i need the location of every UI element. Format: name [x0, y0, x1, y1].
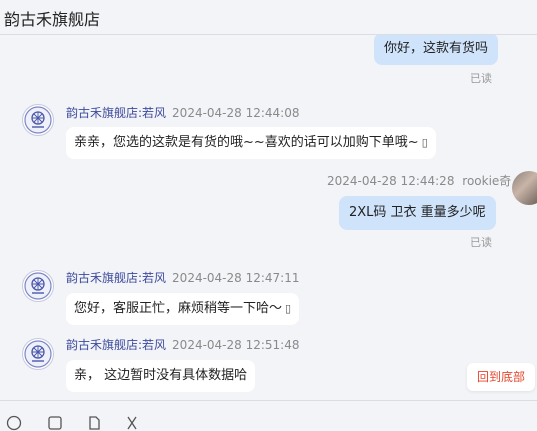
image-icon[interactable]	[47, 415, 63, 431]
emoji-icon[interactable]	[6, 415, 22, 431]
message-text: 你好，这款有货吗	[384, 41, 489, 56]
read-status: 已读	[470, 236, 492, 249]
message-time: 2024-04-28 12:44:28	[327, 174, 455, 188]
sender-name: rookie奇	[462, 174, 512, 188]
sender-name: 韵古禾旗舰店:若风	[66, 106, 167, 120]
message-bubble-outgoing[interactable]: 你好，这款有货吗	[374, 35, 499, 65]
message-meta: 韵古禾旗舰店:若风 2024-04-28 12:44:08	[66, 104, 300, 121]
input-toolbar	[0, 400, 537, 431]
scissors-icon[interactable]	[124, 415, 140, 431]
message-bubble-outgoing[interactable]: 2XL码 卫衣 重量多少呢	[339, 196, 496, 230]
shop-avatar[interactable]	[22, 270, 54, 302]
message-time: 2024-04-28 12:51:48	[172, 338, 300, 352]
shop-title: 韵古禾旗舰店	[4, 10, 101, 29]
message-text: 您好，客服正忙，麻烦稍等一下哈～	[74, 301, 283, 316]
emoji-icon: ▯	[421, 136, 428, 149]
message-text: 2XL码 卫衣 重量多少呢	[349, 205, 486, 220]
sender-name: 韵古禾旗舰店:若风	[66, 338, 167, 352]
message-time: 2024-04-28 12:47:11	[172, 271, 300, 285]
chat-area[interactable]: 你好，这款有货吗 已读 韵古禾旗舰店:若风 2024-04-28 12:44:08…	[0, 35, 537, 400]
shop-avatar[interactable]	[22, 104, 54, 136]
sender-name: 韵古禾旗舰店:若风	[66, 271, 167, 285]
message-bubble-incoming[interactable]: 您好，客服正忙，麻烦稍等一下哈～ ▯	[66, 293, 300, 325]
shop-logo-icon	[24, 272, 52, 300]
shop-logo-icon	[24, 340, 52, 368]
message-bubble-incoming[interactable]: 亲亲，您选的这款是有货的哦~~喜欢的话可以加购下单哦~ ▯	[66, 127, 436, 159]
message-meta: 韵古禾旗舰店:若风 2024-04-28 12:51:48	[66, 336, 300, 353]
message-meta: 2024-04-28 12:44:28 rookie奇	[327, 172, 511, 189]
shop-logo-icon	[24, 106, 52, 134]
file-icon[interactable]	[86, 415, 102, 431]
message-text: 亲， 这边暂时没有具体数据哈	[74, 368, 248, 383]
shop-avatar[interactable]	[22, 338, 54, 370]
message-meta: 韵古禾旗舰店:若风 2024-04-28 12:47:11	[66, 269, 300, 286]
read-status: 已读	[470, 72, 492, 85]
message-text: 亲亲，您选的这款是有货的哦~~喜欢的话可以加购下单哦~	[74, 135, 419, 150]
message-bubble-incoming[interactable]: 亲， 这边暂时没有具体数据哈	[66, 360, 256, 392]
chat-header: 韵古禾旗舰店	[0, 0, 537, 35]
emoji-icon: ▯	[285, 302, 292, 315]
user-avatar[interactable]	[512, 171, 537, 205]
scroll-to-bottom-button[interactable]: 回到底部	[467, 363, 536, 391]
message-time: 2024-04-28 12:44:08	[172, 106, 300, 120]
